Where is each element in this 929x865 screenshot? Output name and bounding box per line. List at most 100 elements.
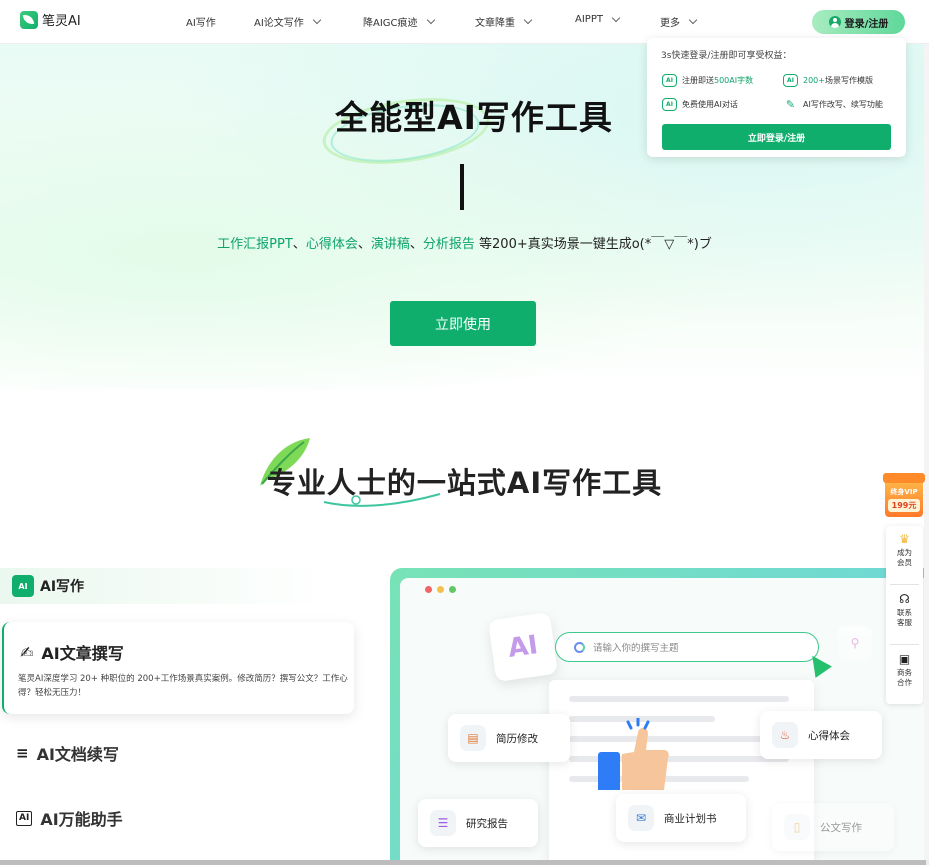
continue-write-icon: ≡ — [16, 744, 29, 762]
card-description: 笔灵AI深度学习 20+ 种职位的 200+工作场景真实案例。修改简历？撰写公文… — [18, 674, 348, 698]
scenario-ppt-link[interactable]: 工作汇报PPT — [217, 237, 293, 252]
feature-continue-writing[interactable]: ≡ AI文档续写 — [16, 741, 119, 765]
ai-doc-icon: AI — [662, 74, 677, 87]
scenario-pill-business-plan[interactable]: ✉ 商业计划书 — [616, 794, 746, 842]
chevron-down-icon — [611, 13, 621, 22]
scenario-experience-link[interactable]: 心得体会 — [306, 237, 358, 252]
benefit-item: AI 免费使用AI对话 — [662, 98, 738, 111]
vip-label: 终身VIP — [890, 488, 918, 496]
chevron-down-icon — [688, 15, 698, 24]
feature-label: AI文档续写 — [36, 745, 119, 764]
pill-label: 公文写作 — [820, 821, 862, 834]
scenario-pill-official-doc[interactable]: ▯ 公文写作 — [772, 803, 894, 851]
text-line — [569, 696, 789, 702]
category-tag-ai-writing[interactable]: AI AI写作 — [0, 568, 330, 604]
scenario-report-link[interactable]: 分析报告 — [423, 237, 475, 252]
stamp-icon: ⚲ — [838, 626, 872, 660]
window-dot-yellow — [437, 586, 444, 593]
nav-label: 降AIGC痕迹 — [363, 18, 418, 29]
separator: 、 — [292, 237, 306, 252]
crown-icon: ♛ — [899, 532, 910, 546]
feature-label: AI万能助手 — [40, 810, 123, 829]
flame-icon: ♨ — [772, 722, 798, 748]
card-title: ✍ AI文章撰写 — [20, 640, 124, 664]
document-icon: ▯ — [784, 814, 810, 840]
topic-search-input[interactable]: 请输入你的撰写主题 — [555, 632, 819, 662]
pill-label: 心得体会 — [808, 729, 850, 742]
envelope-icon: ✉ — [628, 805, 654, 831]
benefit-item: ✎ AI写作改写、续写功能 — [783, 98, 883, 111]
divider — [890, 644, 919, 645]
benefit-item: AI 200+场景写作模版 — [783, 74, 873, 87]
separator: 、 — [357, 237, 371, 252]
nav-reduce-aigc[interactable]: 降AIGC痕迹 — [363, 14, 435, 29]
login-benefits-popup: 3s快速登录/注册即可享受权益： AI 注册即送500AI字数 AI 200+场… — [647, 38, 906, 157]
benefit-text: AI写作改写、续写功能 — [803, 100, 883, 109]
subtitle-tail: 等200+真实场景一键生成o(*￣▽￣*)ブ — [474, 237, 712, 252]
feature-universal-assistant[interactable]: AI AI万能助手 — [16, 806, 123, 830]
pill-label: 研究报告 — [466, 817, 508, 830]
headset-icon: ☊ — [899, 592, 910, 606]
title-underline-decoration — [323, 493, 441, 507]
use-now-button[interactable]: 立即使用 — [390, 301, 536, 346]
gift-lid — [883, 473, 925, 483]
nav-label: 文章降重 — [475, 18, 515, 29]
scenario-pill-resume[interactable]: ▤ 简历修改 — [448, 714, 570, 762]
window-dot-red — [425, 586, 432, 593]
contact-support-button[interactable]: ☊ 联系客服 — [886, 586, 923, 644]
floating-sidebar: ♛ 成为会员 ☊ 联系客服 ▣ 商务合作 — [886, 526, 923, 704]
briefcase-icon: ▣ — [898, 652, 911, 666]
section-title: 专业人士的一站式AI写作工具 — [266, 466, 663, 500]
ai-writing-icon: AI — [12, 575, 34, 597]
hero-subtitle: 工作汇报PPT、心得体会、演讲稿、分析报告 等200+真实场景一键生成o(*￣▽… — [0, 233, 929, 252]
logo[interactable]: 笔灵AI — [20, 10, 81, 29]
user-icon — [828, 16, 841, 28]
chevron-down-icon — [523, 15, 533, 24]
category-label: AI写作 — [40, 579, 85, 595]
nav-ai-paper[interactable]: AI论文写作 — [254, 14, 322, 29]
chevron-down-icon — [426, 15, 435, 24]
scenario-pill-experience[interactable]: ♨ 心得体会 — [760, 711, 882, 759]
ai-chat-icon: AI — [662, 98, 677, 111]
vip-price: 199元 — [888, 499, 920, 512]
ai-logo-tile: AI — [487, 611, 559, 683]
nav-more[interactable]: 更多 — [660, 14, 698, 29]
nav-label: AI写作 — [186, 18, 216, 29]
feature-card-article-writing[interactable]: ✍ AI文章撰写 笔灵AI深度学习 20+ 种职位的 200+工作场景真实案例。… — [2, 622, 354, 714]
nav-label: AI论文写作 — [254, 18, 304, 29]
divider — [890, 584, 919, 585]
separator: 、 — [409, 237, 423, 252]
resume-icon: ▤ — [460, 725, 486, 751]
login-label: 登录/注册 — [844, 18, 889, 30]
assistant-icon: AI — [16, 810, 33, 826]
report-icon: ☰ — [430, 810, 456, 836]
pen-icon: ✍ — [20, 642, 34, 662]
vip-gift-button[interactable]: 终身VIP 199元 — [883, 467, 925, 517]
side-label: 成为会员 — [897, 548, 912, 567]
card-title-text: AI文章撰写 — [41, 644, 124, 663]
chevron-down-icon — [312, 15, 322, 24]
pen-icon: ✎ — [785, 98, 796, 111]
become-member-button[interactable]: ♛ 成为会员 — [886, 526, 923, 584]
thumbs-up-icon — [598, 718, 669, 790]
side-label: 联系客服 — [897, 608, 912, 627]
nav-label: AIPPT — [575, 14, 603, 25]
side-label: 商务合作 — [897, 668, 912, 687]
popup-login-button[interactable]: 立即登录/注册 — [662, 124, 891, 150]
logo-text: 笔灵AI — [42, 14, 81, 29]
nav-aippt[interactable]: AIPPT — [575, 13, 621, 25]
scenario-speech-link[interactable]: 演讲稿 — [371, 237, 410, 252]
window-dot-green — [449, 586, 456, 593]
logo-leaf-icon — [20, 10, 38, 29]
loading-icon — [574, 641, 585, 653]
login-register-button[interactable]: 登录/注册 — [812, 10, 905, 34]
vertical-scrollbar[interactable] — [924, 44, 929, 865]
nav-dedup[interactable]: 文章降重 — [475, 14, 533, 29]
business-cooperation-button[interactable]: ▣ 商务合作 — [886, 646, 923, 704]
benefit-text: 场景写作模版 — [824, 76, 873, 85]
benefit-highlight: 200+ — [803, 76, 825, 85]
horizontal-scrollbar-thumb[interactable] — [0, 860, 926, 865]
typing-caret — [460, 164, 464, 210]
scenario-pill-research[interactable]: ☰ 研究报告 — [418, 799, 538, 847]
nav-ai-writing[interactable]: AI写作 — [186, 14, 216, 29]
